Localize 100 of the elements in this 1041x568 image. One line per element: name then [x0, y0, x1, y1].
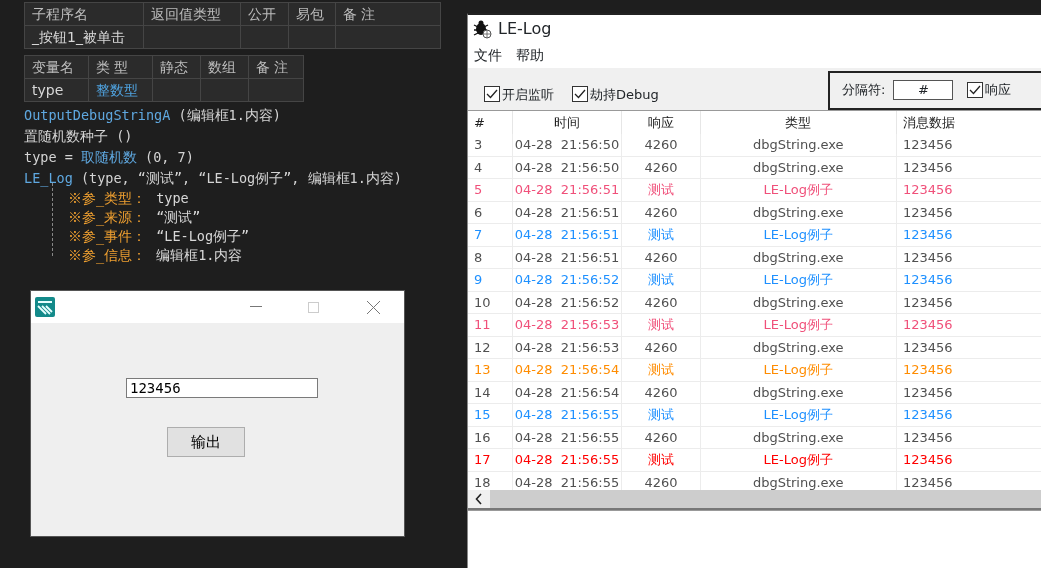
checkbox-label: 开启监听 — [502, 85, 554, 104]
menu-item[interactable]: 文件 — [474, 45, 502, 66]
table-cell: 14 — [468, 381, 513, 404]
table-cell: 测试 — [621, 313, 701, 336]
table-cell: 17 — [468, 448, 513, 471]
table-cell: 123456 — [896, 403, 1041, 426]
table-cell: 测试 — [621, 178, 701, 201]
table-cell: 04-28 21:56:52 — [512, 268, 622, 291]
table-cell: 4260 — [621, 201, 701, 224]
table-cell: 测试 — [621, 223, 701, 246]
table-cell: 9 — [468, 268, 513, 291]
table-cell: 04-28 21:56:55 — [512, 426, 622, 449]
table-cell: LE-Log例子 — [700, 178, 897, 201]
output-button[interactable]: 输出 — [167, 427, 245, 457]
table-cell: dbgString.exe — [700, 336, 897, 359]
checkbox-label: 响应 — [985, 81, 1012, 100]
table-cell: 4260 — [621, 156, 701, 179]
table-cell: 123456 — [896, 336, 1041, 359]
table-cell: 123456 — [896, 358, 1041, 381]
table-cell: 4260 — [621, 426, 701, 449]
table-cell: 6 — [468, 201, 513, 224]
table-cell: 04-28 21:56:52 — [512, 291, 622, 314]
table-cell: LE-Log例子 — [700, 358, 897, 381]
table-cell: LE-Log例子 — [700, 268, 897, 291]
table-cell: 测试 — [621, 268, 701, 291]
param-value: “测试” — [156, 208, 201, 228]
table-cell: 04-28 21:56:50 — [512, 156, 622, 179]
table-cell: 测试 — [621, 448, 701, 471]
table-cell: 123456 — [896, 291, 1041, 314]
column-header: 易包 — [288, 2, 336, 26]
column-header: 消息数据 — [896, 111, 1041, 134]
param-label: ※参_事件： — [68, 227, 147, 247]
code-line: LE_Log (type, “测试”, “LE-Log例子”, 编辑框1.内容) — [24, 170, 402, 186]
param-value: “LE-Log例子” — [156, 227, 250, 247]
table-cell: 4260 — [621, 291, 701, 314]
table-cell: 测试 — [621, 358, 701, 381]
table-cell: 4260 — [621, 336, 701, 359]
table-cell: dbgString.exe — [700, 426, 897, 449]
table-cell: LE-Log例子 — [700, 403, 897, 426]
param-label: ※参_类型： — [68, 189, 147, 209]
table-cell: 15 — [468, 403, 513, 426]
table-cell: 123456 — [896, 448, 1041, 471]
column-header: 子程序名 — [24, 2, 144, 26]
table-cell: 123456 — [896, 313, 1041, 336]
text-field[interactable]: 123456 — [126, 378, 318, 398]
table-cell: 4260 — [621, 134, 701, 156]
table-cell: LE-Log例子 — [700, 223, 897, 246]
table-cell: 123456 — [896, 268, 1041, 291]
menu-item[interactable]: 帮助 — [516, 45, 544, 66]
table-cell: 整数型 — [88, 78, 153, 102]
table-cell: _按钮1_被单击 — [24, 25, 144, 49]
column-header: 静态 — [152, 55, 201, 79]
table-cell: 04-28 21:56:53 — [512, 336, 622, 359]
table-cell: 04-28 21:56:51 — [512, 246, 622, 269]
table-cell: 04-28 21:56:54 — [512, 358, 622, 381]
table-cell: 11 — [468, 313, 513, 336]
table-cell: 04-28 21:56:55 — [512, 403, 622, 426]
param-label: ※参_信息： — [68, 246, 147, 266]
table-cell: 4 — [468, 156, 513, 179]
table-cell: 7 — [468, 223, 513, 246]
column-header: 类 型 — [88, 55, 153, 79]
table-cell: 04-28 21:56:51 — [512, 178, 622, 201]
param-value: 编辑框1.内容 — [156, 246, 243, 266]
table-cell: 10 — [468, 291, 513, 314]
table-cell: 04-28 21:56:53 — [512, 313, 622, 336]
table-cell: 8 — [468, 246, 513, 269]
separator-field[interactable]: # — [893, 80, 954, 100]
column-header: 时间 — [512, 111, 622, 134]
table-cell: 123456 — [896, 223, 1041, 246]
code-line: 置随机数种子 () — [24, 128, 133, 144]
param-value: type — [156, 189, 189, 209]
table-cell: type — [24, 78, 89, 102]
table-cell: 123456 — [896, 178, 1041, 201]
table-cell: 123456 — [896, 381, 1041, 404]
table-cell: 16 — [468, 426, 513, 449]
table-cell: 4260 — [621, 381, 701, 404]
table-cell: 04-28 21:56:55 — [512, 448, 622, 471]
code-line: OutputDebugStringA (编辑框1.内容) — [24, 107, 281, 123]
column-header: 备 注 — [248, 55, 304, 79]
checkbox-label: 劫持Debug — [590, 85, 659, 104]
table-cell: dbgString.exe — [700, 381, 897, 404]
table-cell: dbgString.exe — [700, 201, 897, 224]
column-header: 数组 — [200, 55, 249, 79]
table-cell: LE-Log例子 — [700, 313, 897, 336]
table-cell: LE-Log例子 — [700, 448, 897, 471]
column-header: # — [468, 111, 513, 134]
table-cell: dbgString.exe — [700, 134, 897, 156]
table-cell: 123456 — [896, 156, 1041, 179]
table-cell: 123456 — [896, 201, 1041, 224]
separator-label: 分隔符: — [842, 81, 886, 100]
window-title: LE-Log — [498, 18, 552, 40]
code-line: type = 取随机数 (0, 7) — [24, 149, 194, 165]
column-header: 响应 — [621, 111, 701, 134]
table-cell: 04-28 21:56:54 — [512, 381, 622, 404]
column-header: 返回值类型 — [143, 2, 241, 26]
table-cell: 123456 — [896, 426, 1041, 449]
table-cell: dbgString.exe — [700, 156, 897, 179]
param-label: ※参_来源： — [68, 208, 147, 228]
table-cell: 5 — [468, 178, 513, 201]
table-cell: 123456 — [896, 246, 1041, 269]
